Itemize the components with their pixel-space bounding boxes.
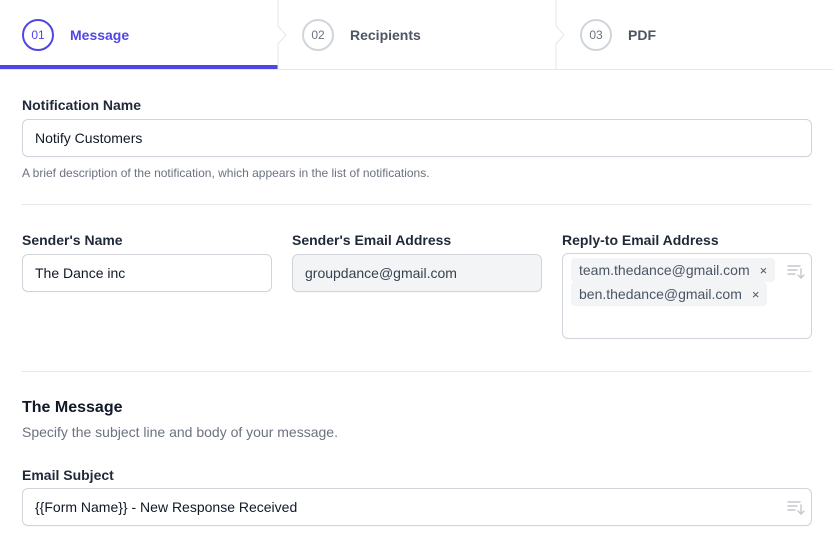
sort-lines-icon[interactable] xyxy=(787,264,805,280)
notification-name-hint: A brief description of the notification,… xyxy=(22,166,430,180)
chevron-right-icon xyxy=(277,0,286,70)
step-label: Recipients xyxy=(350,26,421,43)
chevron-right-icon xyxy=(555,0,564,70)
reply-to-tag-input[interactable]: team.thedance@gmail.com × ben.thedance@g… xyxy=(562,253,812,339)
step-pdf[interactable]: 03 PDF xyxy=(580,0,656,69)
email-subject-value: {{Form Name}} - New Response Received xyxy=(35,499,298,515)
section-divider xyxy=(22,371,812,372)
step-label: Message xyxy=(70,26,130,43)
email-subject-input[interactable]: {{Form Name}} - New Response Received xyxy=(22,488,812,526)
email-subject-label: Email Subject xyxy=(22,467,114,483)
step-number-badge: 03 xyxy=(580,18,612,51)
active-step-indicator xyxy=(0,65,278,69)
sender-email-label: Sender's Email Address xyxy=(292,232,452,248)
section-subtitle: Specify the subject line and body of you… xyxy=(22,424,338,440)
section-divider xyxy=(22,204,812,205)
step-number-badge: 02 xyxy=(302,18,334,51)
sender-name-input[interactable]: The Dance inc xyxy=(22,254,272,292)
email-tag-text: team.thedance@gmail.com xyxy=(579,262,750,278)
email-tag: team.thedance@gmail.com × xyxy=(571,258,776,282)
sender-name-label: Sender's Name xyxy=(22,232,123,248)
email-tag-text: ben.thedance@gmail.com xyxy=(579,286,742,302)
close-icon[interactable]: × xyxy=(760,263,768,278)
notification-name-input[interactable]: Notify Customers xyxy=(22,119,812,157)
step-message[interactable]: 01 Message xyxy=(22,0,129,69)
step-number-badge: 01 xyxy=(22,18,54,51)
reply-to-label: Reply-to Email Address xyxy=(562,232,719,248)
wizard-stepper: 01 Message 02 Recipients 03 PDF xyxy=(0,0,833,70)
step-label: PDF xyxy=(628,26,656,43)
step-recipients[interactable]: 02 Recipients xyxy=(302,0,421,69)
close-icon[interactable]: × xyxy=(752,287,760,302)
section-title: The Message xyxy=(22,399,123,416)
notification-name-label: Notification Name xyxy=(22,97,142,113)
email-tag: ben.thedance@gmail.com × xyxy=(571,282,768,306)
sender-email-input[interactable]: groupdance@gmail.com xyxy=(292,254,542,292)
sort-lines-icon[interactable] xyxy=(787,500,805,516)
